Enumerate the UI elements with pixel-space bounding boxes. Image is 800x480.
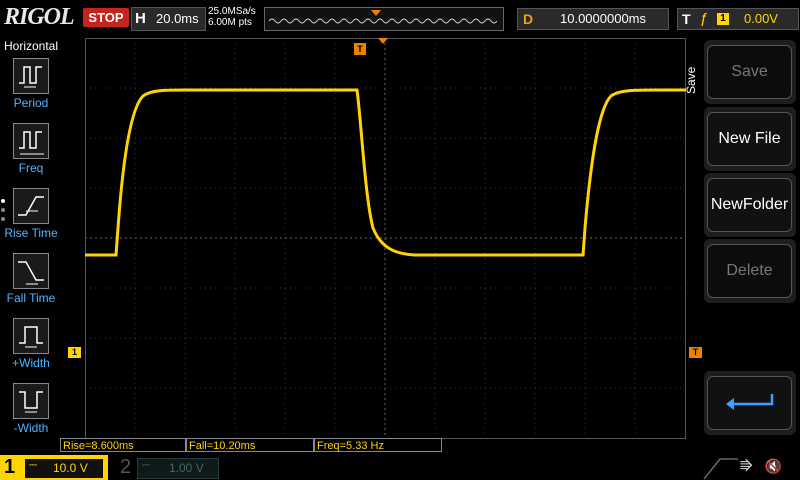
- timebase-label: H: [135, 10, 146, 27]
- period-icon: [13, 58, 49, 94]
- save-button[interactable]: Save: [707, 45, 792, 99]
- trigger-level-marker[interactable]: T: [689, 347, 702, 358]
- memory-overview-strip[interactable]: [264, 7, 504, 31]
- measure-freq[interactable]: Freq: [0, 121, 62, 183]
- period-label: Period: [13, 96, 49, 110]
- new-folder-button[interactable]: NewFolder: [707, 178, 792, 232]
- negative-width-icon: [13, 383, 49, 419]
- measure-period[interactable]: Period: [0, 56, 62, 118]
- frequency-measurement: Freq=5.33 Hz: [314, 438, 442, 452]
- run-stop-status[interactable]: STOP: [83, 8, 129, 27]
- ch1-scale-box[interactable]: ⎓ 10.0 V: [24, 458, 104, 479]
- memory-waveform-preview: [268, 10, 498, 24]
- negative-width-label: -Width: [13, 421, 49, 435]
- rising-edge-icon: ƒ: [700, 10, 709, 27]
- ch1-ground-marker[interactable]: 1: [68, 347, 81, 358]
- ch2-scale-box[interactable]: ⎓ 1.00 V: [137, 458, 219, 479]
- new-file-button[interactable]: New File: [707, 112, 792, 166]
- return-button[interactable]: [707, 376, 792, 430]
- fall-time-icon: [13, 253, 49, 289]
- dc-coupling-icon: ⎓: [142, 460, 150, 471]
- measure-positive-width[interactable]: +Width: [0, 316, 62, 378]
- waveform-display[interactable]: [85, 38, 686, 439]
- bar-corner-decoration: [703, 458, 738, 480]
- ch2-number[interactable]: 2: [120, 456, 131, 479]
- rigol-logo: RIGOL: [4, 4, 75, 30]
- trigger-box[interactable]: T ƒ 1 0.00V: [677, 8, 799, 30]
- dc-coupling-icon: ⎓: [29, 460, 37, 471]
- rise-time-icon: [13, 188, 49, 224]
- trigger-source: 1: [717, 13, 729, 25]
- trigger-offset-arrow-icon: [378, 38, 388, 44]
- status-icons: ⭆ 🔇: [740, 458, 782, 475]
- memory-trigger-marker-icon: [371, 10, 381, 16]
- trigger-level: 0.00V: [744, 11, 778, 26]
- right-menu-title: Save: [684, 66, 698, 94]
- usb-icon: ⭆: [740, 458, 753, 474]
- ch1-scale: 10.0 V: [53, 461, 88, 475]
- delay-label: D: [523, 11, 534, 27]
- trigger-label: T: [682, 11, 691, 27]
- ch1-number: 1: [4, 456, 16, 478]
- menu-page-indicator: [1, 199, 7, 226]
- speaker-muted-icon[interactable]: 🔇: [765, 458, 782, 474]
- rise-time-measurement: Rise=8.600ms: [60, 438, 186, 452]
- timebase-value: 20.0ms: [156, 11, 199, 26]
- rise-time-label: Rise Time: [4, 226, 58, 240]
- positive-width-icon: [13, 318, 49, 354]
- trigger-position-marker[interactable]: T: [354, 43, 366, 55]
- measure-fall-time[interactable]: Fall Time: [0, 251, 62, 313]
- timebase-box[interactable]: H 20.0ms: [131, 7, 206, 31]
- measure-negative-width[interactable]: -Width: [0, 381, 62, 443]
- acquisition-info: 25.0MSa/s 6.00M pts: [208, 6, 256, 28]
- left-menu-title: Horizontal: [3, 39, 59, 53]
- fall-time-label: Fall Time: [6, 291, 56, 305]
- delay-value: 10.0000000ms: [560, 11, 647, 26]
- measure-rise-time[interactable]: Rise Time: [0, 186, 62, 248]
- fall-time-measurement: Fall=10.20ms: [186, 438, 314, 452]
- memory-depth: 6.00M pts: [208, 17, 252, 28]
- freq-icon: [13, 123, 49, 159]
- sample-rate: 25.0MSa/s: [208, 6, 256, 17]
- return-arrow-icon: [725, 393, 773, 410]
- freq-label: Freq: [18, 161, 44, 175]
- delete-button[interactable]: Delete: [707, 244, 792, 298]
- delay-box[interactable]: D 10.0000000ms: [517, 8, 669, 30]
- positive-width-label: +Width: [12, 356, 50, 370]
- ch2-scale: 1.00 V: [169, 461, 204, 475]
